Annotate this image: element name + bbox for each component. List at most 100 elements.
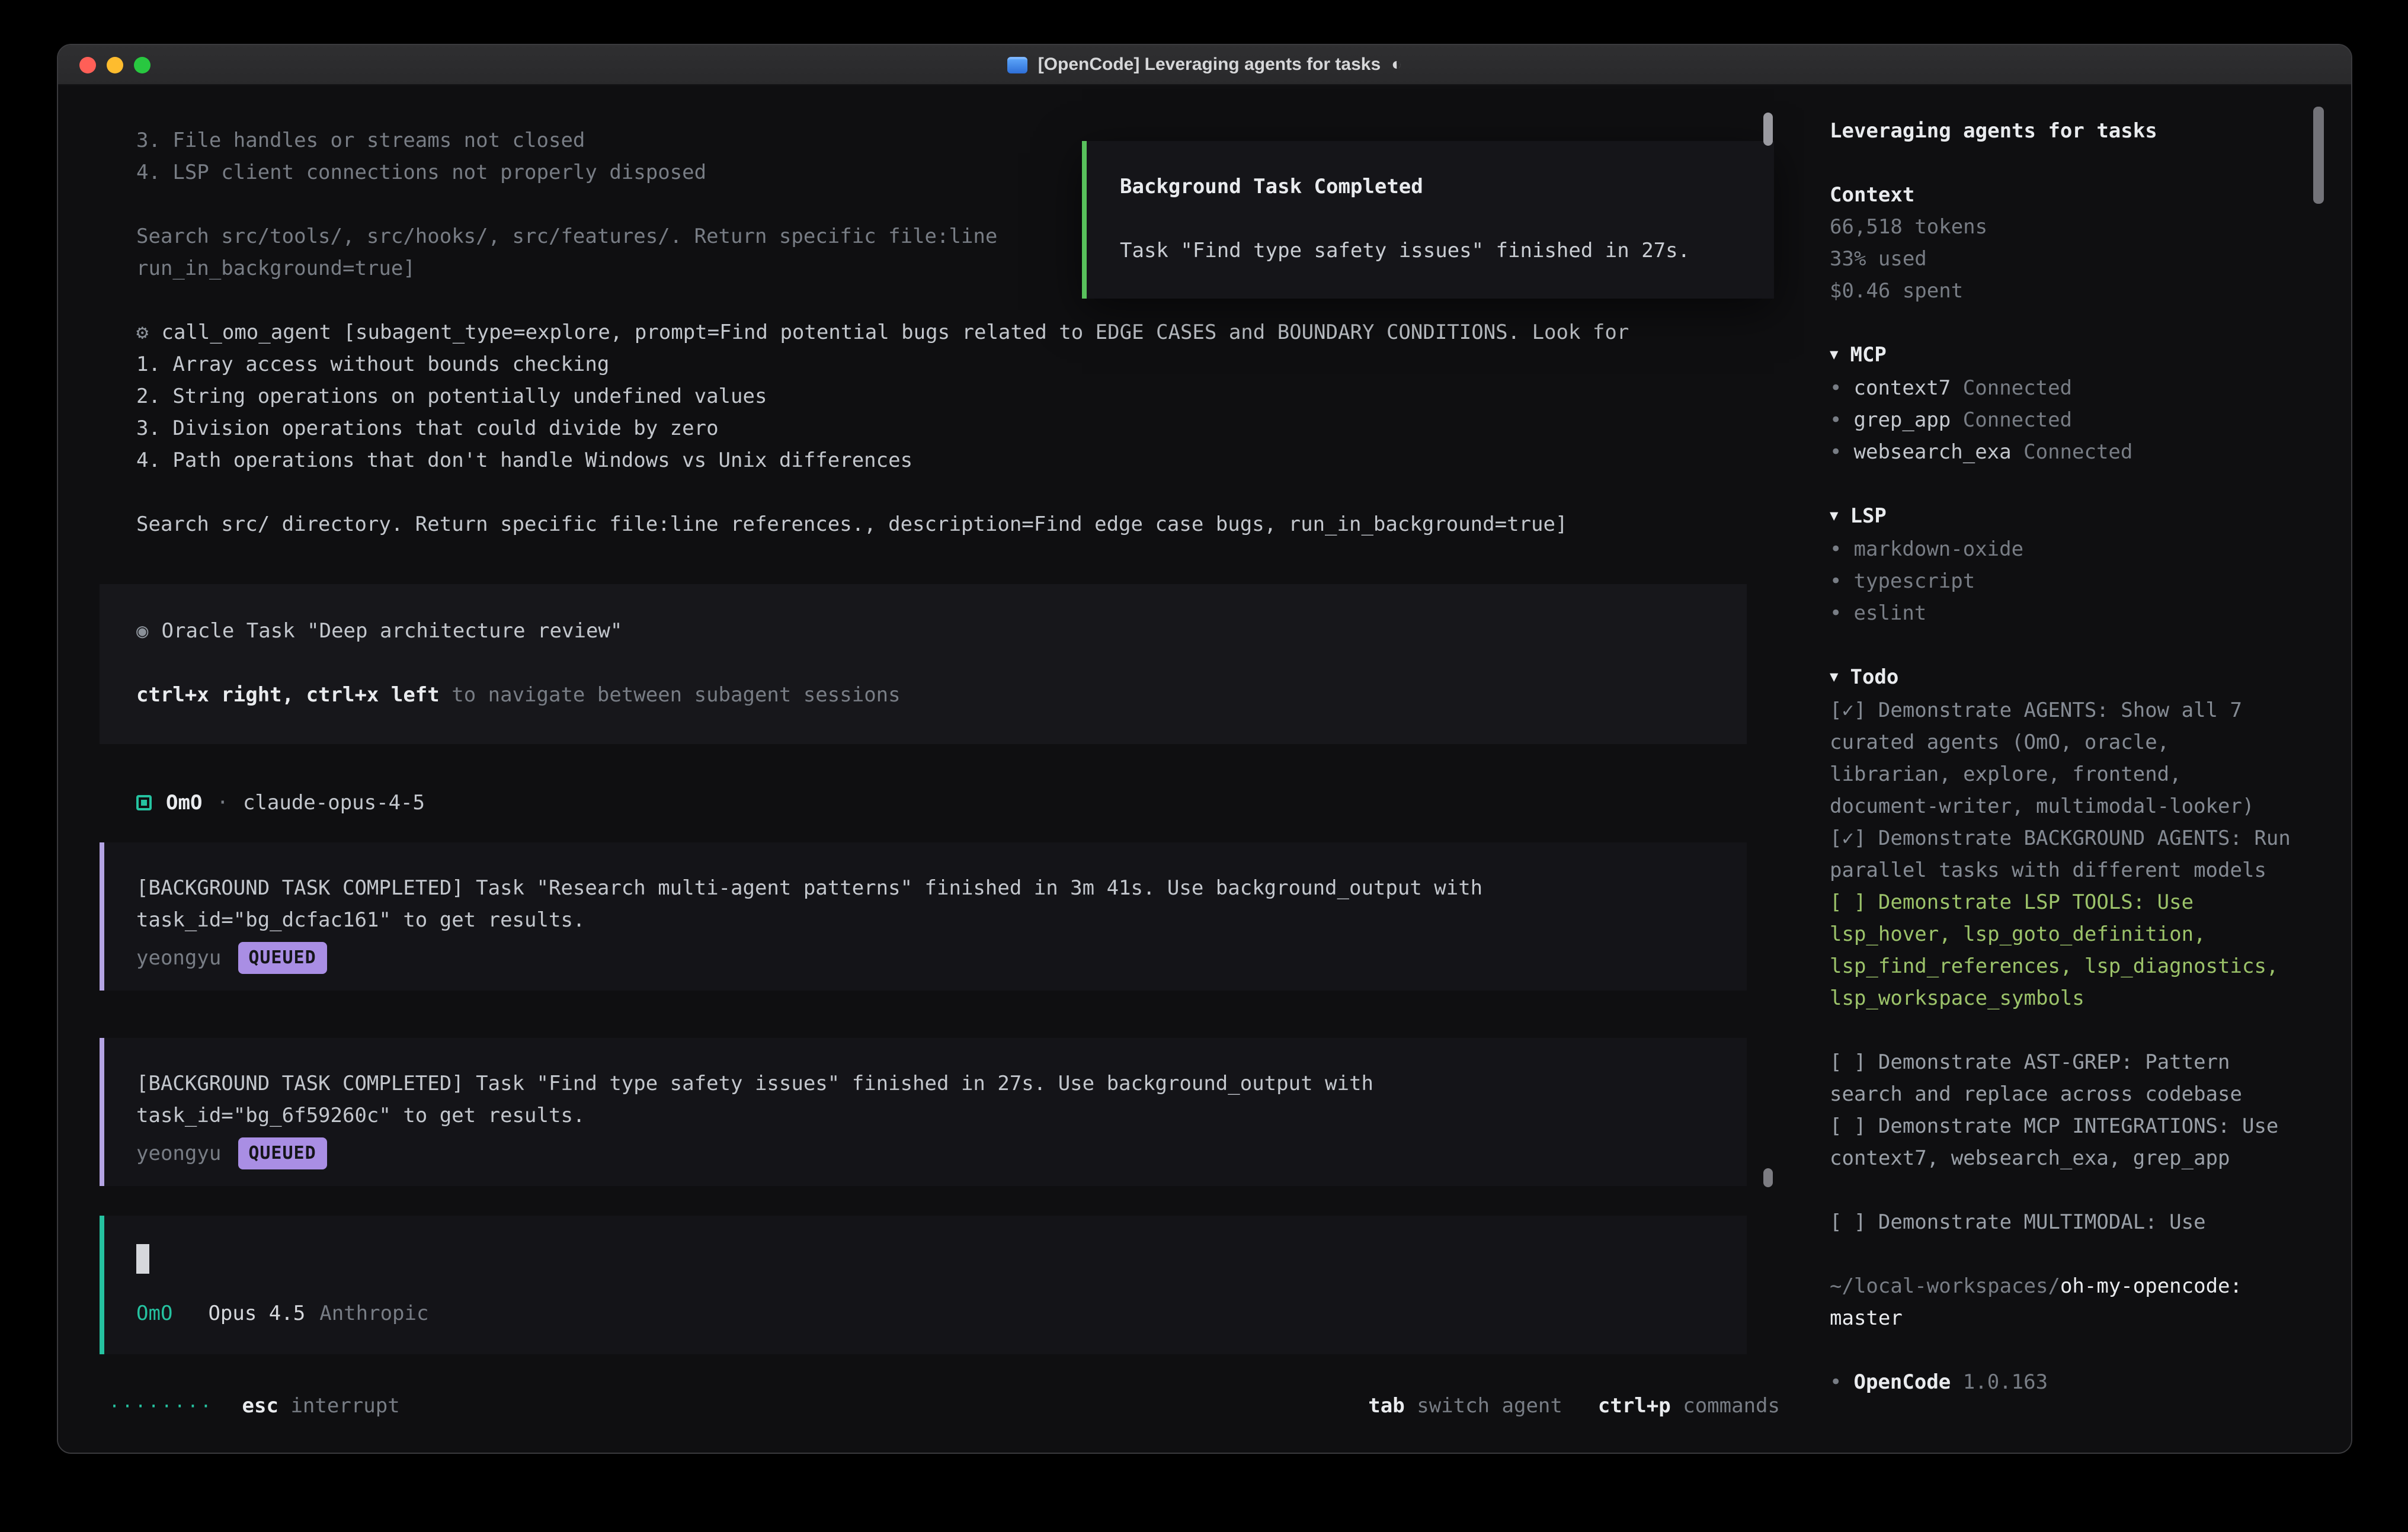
mcp-section-toggle[interactable]: ▼MCP	[1830, 340, 2294, 373]
workspace-path: ~/local-workspaces/oh-my-opencode:	[1830, 1271, 2294, 1303]
session-status-icon: ◐	[1391, 55, 1402, 75]
prompt-input[interactable]: OmO Opus 4.5 Anthropic	[100, 1216, 1747, 1354]
lsp-item: •eslint	[1830, 598, 2294, 630]
chevron-down-icon: ▼	[1830, 661, 1838, 693]
window-titlebar[interactable]: [OpenCode] Leveraging agents for tasks ◐	[58, 45, 2351, 85]
lsp-name: typescript	[1854, 570, 1975, 594]
desktop: [OpenCode] Leveraging agents for tasks ◐…	[0, 0, 2408, 1532]
lsp-heading: LSP	[1850, 505, 1886, 528]
window-title-text: [OpenCode] Leveraging agents for tasks	[1038, 55, 1381, 75]
chat-pane: 3. File handles or streams not closed 4.…	[58, 85, 1804, 1453]
bullet-icon: •	[1830, 377, 1842, 400]
todo-heading: Todo	[1850, 666, 1898, 690]
lsp-item: • markdown-oxide	[1830, 534, 2294, 566]
mcp-item: •websearch_exa Connected	[1830, 437, 2294, 469]
bullet-icon: •	[1830, 570, 1842, 594]
workspace-path-name: oh-my-opencode:	[2060, 1275, 2242, 1299]
navigation-hint: ctrl+x right, ctrl+x left to navigate be…	[136, 680, 1710, 712]
mcp-heading: MCP	[1850, 344, 1886, 367]
context-section: Context 66,518 tokens 33% used $0.46 spe…	[1830, 180, 2294, 308]
chevron-down-icon: ▼	[1830, 500, 1838, 532]
context-heading: Context	[1830, 180, 2294, 212]
todo-item: [✓] Demonstrate AGENTS: Show all 7 curat…	[1830, 696, 2294, 823]
toast-body: Task "Find type safety issues" finished …	[1120, 236, 1741, 268]
window-controls	[79, 45, 150, 84]
hint-text: to navigate between subagent sessions	[440, 684, 901, 707]
status-bar: ········ esc interrupt tab switch agent …	[100, 1390, 1780, 1422]
esc-key-label: esc	[242, 1394, 278, 1418]
maximize-button[interactable]	[134, 56, 150, 73]
bullet-icon: •	[1830, 538, 1842, 562]
tool-call-list-item: 4. Path operations that don't handle Win…	[136, 446, 1747, 477]
mcp-name: grep_app	[1854, 409, 1951, 432]
close-button[interactable]	[79, 56, 96, 73]
status-badge: QUEUED	[238, 942, 326, 974]
spacer-line	[136, 477, 1747, 509]
bullet-icon: •	[1830, 1371, 1842, 1395]
lsp-name: markdown-oxide	[1854, 538, 2024, 562]
text-cursor	[136, 1244, 149, 1274]
bullet-icon: •	[1830, 441, 1842, 464]
message-card: [BACKGROUND TASK COMPLETED] Task "Find t…	[100, 1038, 1747, 1186]
oracle-task-card[interactable]: ◉Oracle Task "Deep architecture review" …	[100, 584, 1747, 744]
mcp-status: Connected	[1963, 409, 2072, 432]
todo-section-toggle[interactable]: ▼ Todo	[1830, 662, 2294, 696]
todo-item: [ ] Demonstrate LSP TOOLS: Use lsp_hover…	[1830, 887, 2294, 1015]
message-meta: yeongyu QUEUED	[136, 940, 1710, 976]
active-agent-label: OmO	[136, 1299, 172, 1331]
hint-keys: ctrl+x right, ctrl+x left	[136, 684, 440, 707]
terminal-app-icon	[1007, 56, 1027, 73]
message-author: yeongyu	[136, 1142, 221, 1165]
message-text: task_id="bg_dcfac161" to get results.	[136, 905, 1710, 937]
workspace-branch: master	[1830, 1303, 2294, 1335]
switch-agent-label: switch agent	[1417, 1394, 1562, 1418]
commands-label: commands	[1683, 1394, 1780, 1418]
mcp-status: Connected	[1963, 377, 2072, 400]
lsp-section-toggle[interactable]: ▼ LSP	[1830, 501, 2294, 534]
status-right: tab switch agent ctrl+p commands	[1368, 1394, 1780, 1418]
provider-label: Anthropic	[319, 1299, 428, 1331]
tool-call-line: ⚙call_omo_agent [subagent_type=explore, …	[136, 318, 1747, 350]
session-sidebar: Leveraging agents for tasks Context 66,5…	[1804, 85, 2351, 1453]
minimize-button[interactable]	[107, 56, 123, 73]
mcp-name: context7	[1854, 377, 1951, 400]
message-text: [BACKGROUND TASK COMPLETED] Task "Find t…	[136, 1069, 1710, 1101]
interrupt-hint: esc interrupt	[242, 1394, 400, 1418]
input-line[interactable]	[136, 1244, 1710, 1276]
todo-section: ▼ Todo [✓] Demonstrate AGENTS: Show all 7…	[1830, 662, 2294, 1239]
window-title: [OpenCode] Leveraging agents for tasks ◐	[1007, 55, 1402, 75]
lsp-name: eslint	[1854, 602, 1927, 626]
sidebar-scrollbar-thumb[interactable]	[2313, 107, 2324, 204]
context-used: 33% used	[1830, 244, 2294, 276]
mcp-status: Connected	[2023, 441, 2132, 464]
agent-icon	[136, 795, 152, 810]
workspace-path-prefix: ~/local-workspaces/	[1830, 1275, 2060, 1299]
main-scrollbar-thumb[interactable]	[1763, 113, 1773, 146]
commands-hint: ctrl+p commands	[1598, 1394, 1780, 1418]
status-badge: QUEUED	[238, 1137, 326, 1169]
tab-key-label: tab	[1368, 1394, 1404, 1418]
tool-call-list-item: 2. String operations on potentially unde…	[136, 382, 1747, 414]
app-brand: OpenCode	[1854, 1371, 1951, 1395]
spinner-dots: ········	[109, 1395, 214, 1416]
terminal-window: [OpenCode] Leveraging agents for tasks ◐…	[57, 44, 2352, 1454]
version-section: • OpenCode 1.0.163	[1830, 1367, 2294, 1399]
app-version: 1.0.163	[1963, 1371, 2048, 1395]
tool-call-list-item: 1. Array access without bounds checking	[136, 350, 1747, 382]
message-text: [BACKGROUND TASK COMPLETED] Task "Resear…	[136, 873, 1710, 905]
context-tokens: 66,518 tokens	[1830, 212, 2294, 244]
spacer-line	[1120, 204, 1741, 236]
switch-agent-hint: tab switch agent	[1368, 1394, 1562, 1418]
notification-toast[interactable]: Background Task Completed Task "Find typ…	[1082, 141, 1774, 299]
separator-dot: ·	[216, 791, 229, 815]
agent-name: OmO	[166, 791, 202, 815]
status-left: ········ esc interrupt	[109, 1394, 400, 1418]
todo-item: [✓] Demonstrate BACKGROUND AGENTS: Run p…	[1830, 823, 2294, 887]
lsp-item: • typescript	[1830, 566, 2294, 598]
spinner-icon: ◉	[136, 620, 149, 643]
oracle-task-title-line: ◉Oracle Task "Deep architecture review"	[136, 616, 1710, 648]
mcp-item: •grep_app Connected	[1830, 405, 2294, 437]
context-spent: $0.46 spent	[1830, 276, 2294, 308]
messages-scrollbar-thumb[interactable]	[1763, 1168, 1773, 1187]
message-author: yeongyu	[136, 946, 221, 970]
